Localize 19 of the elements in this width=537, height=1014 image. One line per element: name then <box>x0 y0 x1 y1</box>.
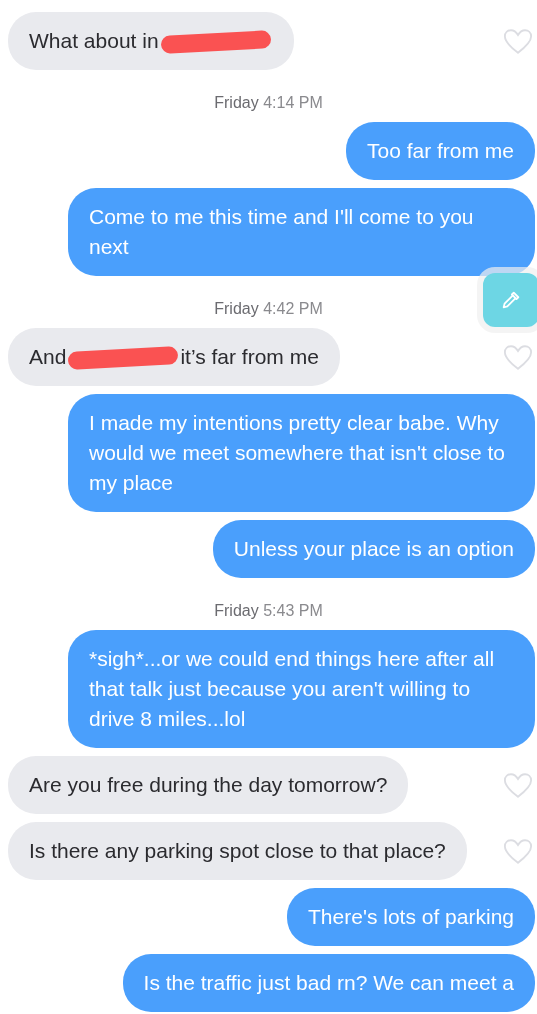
message-bubble: Is there any parking spot close to that place? <box>8 822 467 880</box>
timestamp: Friday 4:42 PM <box>213 299 324 319</box>
message-bubble: Unless your place is an option <box>212 520 535 578</box>
timestamp: Friday 4:14 PM <box>213 93 324 113</box>
heart-icon[interactable] <box>503 27 533 55</box>
heart-icon[interactable] <box>503 343 533 371</box>
eyedropper-icon <box>500 289 522 311</box>
message-bubble: *sigh*...or we could end things here after all that talk just because you aren't willing to drive 8 miles...lol <box>68 630 535 748</box>
message-bubble: And it’s far from me <box>8 328 340 386</box>
message-bubble: Too far from me <box>345 122 535 180</box>
message-bubble: Are you free during the day tomorrow? <box>8 756 409 814</box>
message-bubble: What about in <box>8 12 294 70</box>
message-bubble: I made my intentions pretty clear babe. Why would we meet somewhere that isn't close to my place <box>68 394 535 512</box>
message-bubble: There's lots of parking <box>287 888 535 946</box>
timestamp: Friday 5:43 PM <box>213 601 324 621</box>
heart-icon[interactable] <box>503 771 533 799</box>
heart-icon[interactable] <box>503 837 533 865</box>
message-bubble: Come to me this time and I'll come to you next <box>68 188 535 276</box>
message-bubble: Is the traffic just bad rn? We can meet a <box>122 954 535 1012</box>
